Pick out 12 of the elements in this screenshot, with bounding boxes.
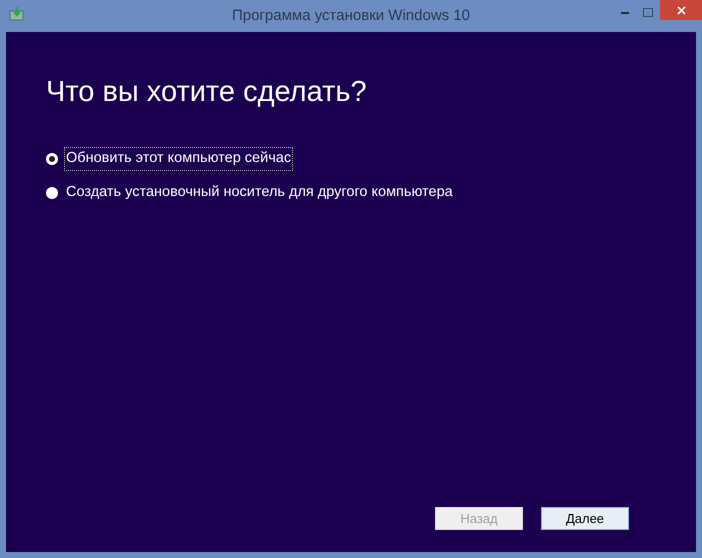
radio-button[interactable] [46,186,58,199]
radio-option[interactable]: Создать установочный носитель для другого компьютера [46,182,656,204]
close-icon [676,6,686,14]
window-title: Программа установки Windows 10 [232,6,470,26]
page-heading: Что вы хотите сделать? [46,75,368,110]
next-button[interactable]: Далее [541,507,629,530]
close-button[interactable] [660,0,702,20]
minimize-icon [621,10,629,14]
radio-option[interactable]: Обновить этот компьютер сейчас [46,148,656,170]
app-icon [9,7,25,21]
maximize-icon [643,8,653,16]
radio-button[interactable] [46,153,58,166]
